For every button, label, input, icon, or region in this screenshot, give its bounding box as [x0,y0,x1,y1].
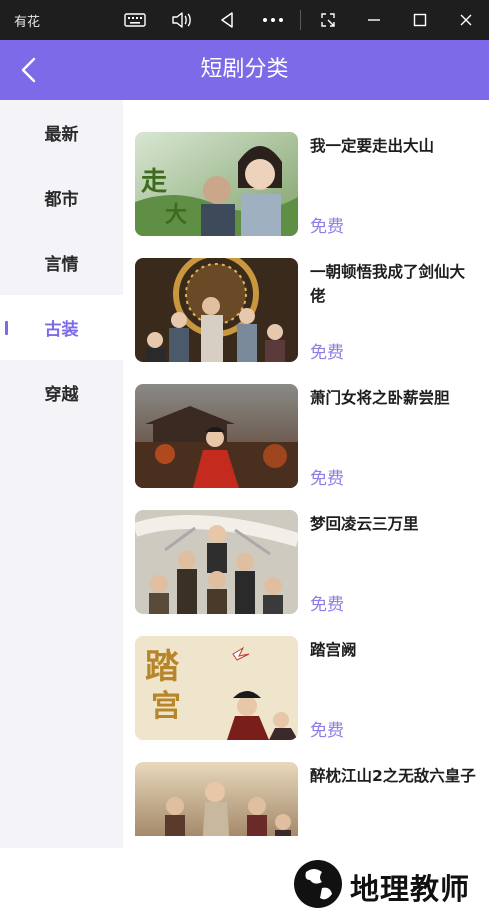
category-item-latest[interactable]: 最新 [0,100,123,165]
drama-title[interactable]: 萧门女将之卧薪尝胆 [310,386,480,410]
category-item-time-travel[interactable]: 穿越 [0,360,123,425]
category-label: 言情 [44,255,79,275]
svg-text:走: 走 [141,167,167,197]
close-icon[interactable] [452,6,480,34]
drama-title[interactable]: 梦回凌云三万里 [310,512,480,536]
watermark-text: 地理教师 [350,872,471,906]
back-triangle-icon[interactable] [213,6,241,34]
list-item[interactable]: 醉枕江山2之无敌六皇子 [135,762,485,836]
app-header: 短剧分类 [0,40,489,100]
drama-cover-image[interactable] [135,258,298,362]
system-bar-divider [300,10,301,30]
watermark: 地理教师 [292,858,482,909]
drama-cover-image[interactable]: 踏 宫 [135,636,298,740]
active-indicator [5,321,8,335]
category-label: 穿越 [44,385,79,405]
drama-price: 免费 [310,721,344,741]
list-item[interactable]: 踏 宫 踏宫阙 免费 [135,636,485,741]
category-label: 最新 [44,125,79,145]
drama-cover-image[interactable] [135,510,298,614]
drama-cover-image[interactable] [135,384,298,488]
volume-icon[interactable] [167,6,195,34]
system-bar: 有花 [0,0,489,40]
drama-price: 免费 [310,343,344,363]
minimize-icon[interactable] [360,6,388,34]
category-label: 都市 [44,190,79,210]
category-sidebar: 最新 都市 言情 古装 穿越 [0,100,123,848]
page-title: 短剧分类 [200,57,289,82]
category-label: 古装 [44,320,79,340]
category-item-costume[interactable]: 古装 [0,295,123,360]
maximize-icon[interactable] [406,6,434,34]
drama-price: 免费 [310,217,344,237]
drama-title[interactable]: 醉枕江山2之无敌六皇子 [310,764,480,788]
screenshot-icon[interactable] [314,6,342,34]
drama-price: 免费 [310,595,344,615]
keyboard-icon[interactable] [121,6,149,34]
drama-list[interactable]: 走 大 我一定要走出大山 免费 一朝顿悟我成了剑仙大佬 免费 萧门女将之卧薪尝胆… [123,100,489,836]
drama-title[interactable]: 我一定要走出大山 [310,134,480,158]
svg-text:大: 大 [165,202,187,228]
drama-title[interactable]: 一朝顿悟我成了剑仙大佬 [310,260,480,308]
list-item[interactable]: 梦回凌云三万里 免费 [135,510,485,615]
category-item-romance[interactable]: 言情 [0,230,123,295]
category-item-urban[interactable]: 都市 [0,165,123,230]
more-icon[interactable] [259,6,287,34]
drama-price: 免费 [310,469,344,489]
drama-title[interactable]: 踏宫阙 [310,638,480,662]
app-name: 有花 [14,15,40,30]
list-item[interactable]: 萧门女将之卧薪尝胆 免费 [135,384,485,489]
svg-text:宫: 宫 [151,689,181,724]
list-item[interactable]: 走 大 我一定要走出大山 免费 [135,132,485,237]
svg-text:踏: 踏 [145,647,180,687]
drama-cover-image[interactable] [135,762,298,836]
drama-cover-image[interactable]: 走 大 [135,132,298,236]
globe-logo-icon [292,858,344,909]
list-item[interactable]: 一朝顿悟我成了剑仙大佬 免费 [135,258,485,363]
